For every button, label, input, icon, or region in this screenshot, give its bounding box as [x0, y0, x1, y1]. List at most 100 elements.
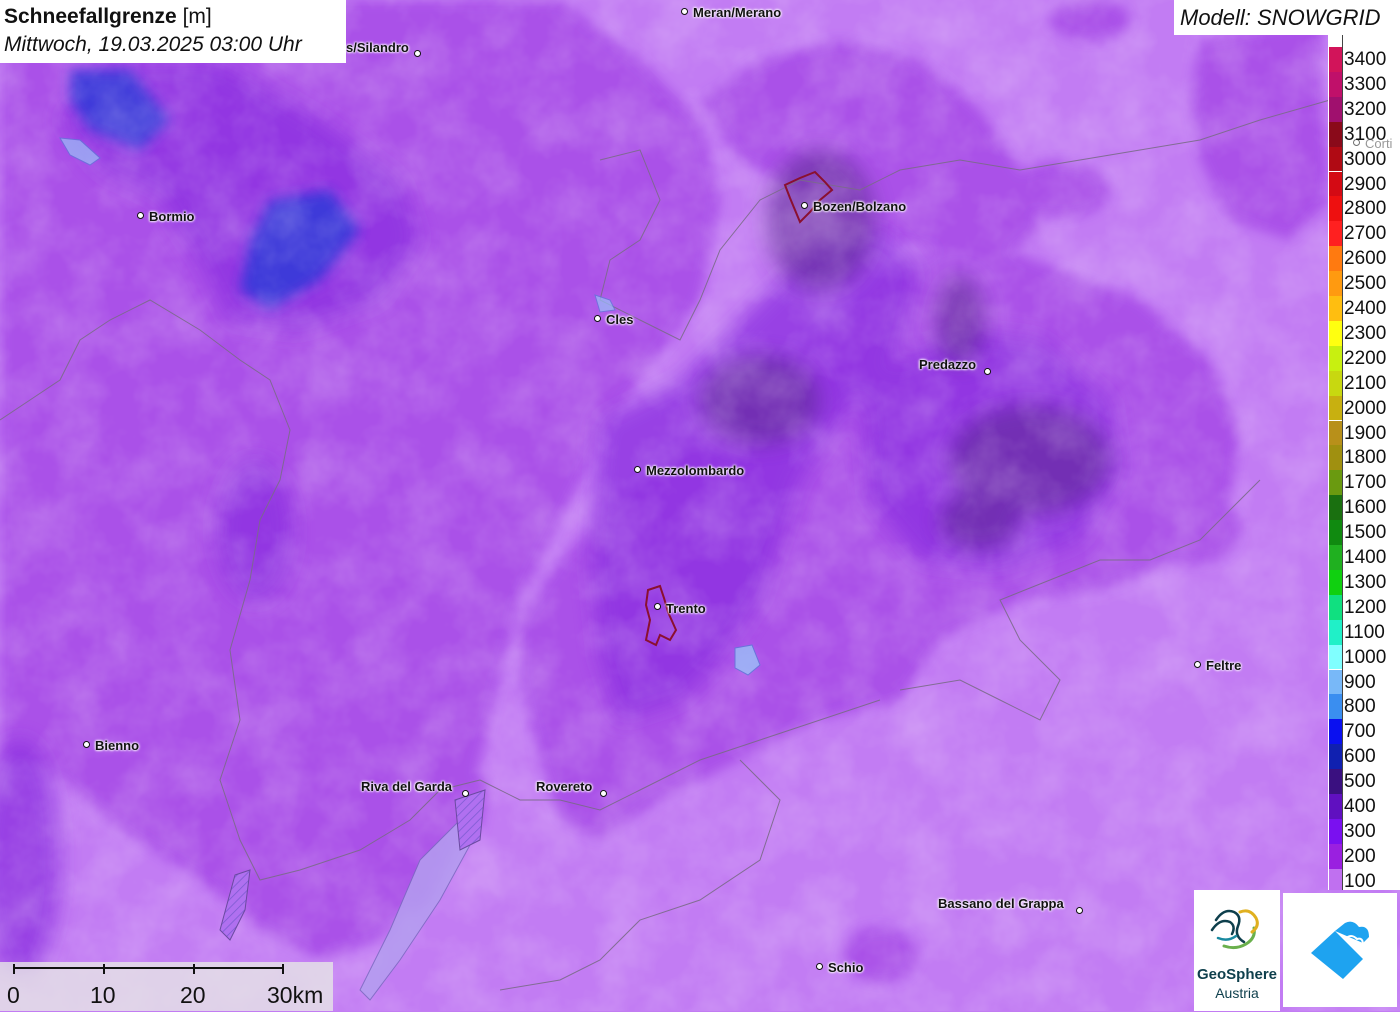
- legend-row: 200: [1328, 843, 1400, 869]
- legend-label: 700: [1344, 721, 1376, 743]
- city-label: s/Silandro: [346, 40, 409, 55]
- legend-label: 1100: [1344, 621, 1385, 643]
- city-label: Cles: [606, 312, 634, 327]
- legend-swatch: [1329, 868, 1342, 890]
- city-label: Predazzo: [919, 357, 977, 372]
- city-label: Bassano del Grappa: [938, 896, 1064, 911]
- legend-label: 600: [1344, 746, 1376, 768]
- logo-line1: GeoSphere: [1196, 966, 1278, 983]
- city-label: Corti: [1365, 136, 1393, 151]
- city-marker: [634, 466, 641, 473]
- city-marker: [801, 202, 808, 209]
- title-unit: [m]: [182, 5, 212, 28]
- legend-swatch: [1329, 818, 1342, 844]
- map-subtitle: Mittwoch, 19.03.2025 03:00 Uhr: [4, 33, 302, 56]
- city-label: Bormio: [149, 209, 195, 224]
- city-label: Feltre: [1206, 658, 1242, 673]
- geosphere-logo[interactable]: GeoSphere Austria: [1194, 890, 1280, 1011]
- legend-swatch: [1329, 320, 1342, 346]
- legend-label: 400: [1344, 796, 1376, 817]
- city-marker: [984, 368, 991, 375]
- city-label: Riva del Garda: [361, 779, 453, 794]
- city-marker: [1194, 661, 1201, 668]
- city-label: Mezzolombardo: [646, 463, 745, 478]
- legend-swatch: [1329, 345, 1342, 371]
- legend-label: 2300: [1344, 322, 1387, 344]
- legend-swatch: [1329, 296, 1342, 321]
- legend-row: 2300: [1328, 320, 1400, 346]
- snowfall-line-map[interactable]: [0, 0, 1400, 1011]
- legend-swatch: [1329, 370, 1342, 396]
- legend-swatch: [1329, 495, 1342, 521]
- legend-row: 1400: [1328, 545, 1400, 570]
- legend-row: 1700: [1328, 470, 1400, 496]
- legend-row: 1300: [1328, 569, 1400, 595]
- legend-swatch: [1329, 47, 1342, 72]
- city-marker: [462, 790, 469, 797]
- legend-swatch: [1329, 445, 1342, 471]
- scale-label-30km: 30km: [267, 982, 324, 1008]
- legend-swatch: [1329, 719, 1342, 745]
- legend-swatch: [1329, 794, 1342, 819]
- legend-swatch: [1329, 96, 1342, 122]
- legend-label: 1700: [1344, 472, 1387, 494]
- scale-label-10: 10: [90, 982, 116, 1008]
- city-marker: [681, 8, 688, 15]
- city-marker: [654, 603, 661, 610]
- legend-row: 1600: [1328, 495, 1400, 521]
- legend-label: 300: [1344, 820, 1376, 842]
- legend-label: 1400: [1344, 547, 1387, 568]
- legend-row: 900: [1328, 669, 1400, 695]
- legend-row: 1100: [1328, 619, 1400, 645]
- legend-swatch: [1329, 395, 1342, 421]
- legend-swatch: [1329, 520, 1342, 545]
- legend-row: 3400: [1328, 47, 1400, 72]
- snow-app-logo[interactable]: [1283, 893, 1397, 1007]
- color-legend: 3500340033003200310030002900280027002600…: [1328, 35, 1400, 890]
- model-label: Modell: SNOWGRID: [1174, 0, 1400, 35]
- legend-label: 2600: [1344, 248, 1387, 270]
- city-label: Trento: [666, 601, 706, 616]
- city-marker: [600, 790, 607, 797]
- legend-row: 2600: [1328, 246, 1400, 272]
- legend-swatch: [1329, 71, 1342, 97]
- city-label: Schio: [828, 960, 864, 975]
- scale-bar: 0 10 20 30km: [0, 962, 333, 1011]
- legend-label: 1200: [1344, 596, 1387, 618]
- legend-swatch: [1329, 121, 1342, 147]
- legend-label: 2400: [1344, 298, 1387, 319]
- legend-row: 1500: [1328, 520, 1400, 545]
- map-title: Schneefallgrenze [m]: [4, 3, 342, 31]
- legend-swatch: [1329, 221, 1342, 247]
- legend-label: 100: [1344, 870, 1376, 890]
- legend-label: 2800: [1344, 198, 1387, 220]
- legend-row: 1200: [1328, 594, 1400, 620]
- city-marker: [414, 50, 421, 57]
- city-label: Bozen/Bolzano: [813, 199, 907, 214]
- legend-row: 2700: [1328, 221, 1400, 247]
- legend-label: 3200: [1344, 98, 1387, 120]
- legend-swatch: [1329, 196, 1342, 222]
- legend-label: 3400: [1344, 49, 1387, 70]
- legend-label: 1500: [1344, 522, 1387, 544]
- logo-line2: Austria: [1215, 985, 1259, 1001]
- legend-swatch: [1329, 669, 1342, 695]
- legend-label: 1300: [1344, 571, 1387, 593]
- scale-label-0: 0: [7, 982, 20, 1008]
- legend-label: 2100: [1344, 372, 1387, 394]
- legend-label: 1800: [1344, 447, 1387, 469]
- legend-label: 800: [1344, 696, 1376, 718]
- legend-label: 1900: [1344, 422, 1387, 444]
- city-marker: [137, 212, 144, 219]
- legend-label: 2200: [1344, 347, 1387, 369]
- legend-swatch: [1329, 545, 1342, 570]
- legend-label: 3000: [1344, 148, 1387, 170]
- legend-row: 300: [1328, 818, 1400, 844]
- legend-row: 2200: [1328, 345, 1400, 371]
- city-label: Bienno: [95, 738, 140, 753]
- legend-label: 500: [1344, 771, 1376, 793]
- legend-row: 1900: [1328, 420, 1400, 446]
- legend-swatch: [1329, 470, 1342, 496]
- map-title-box: Schneefallgrenze [m] Mittwoch, 19.03.202…: [0, 0, 346, 63]
- legend-swatch: [1329, 246, 1342, 272]
